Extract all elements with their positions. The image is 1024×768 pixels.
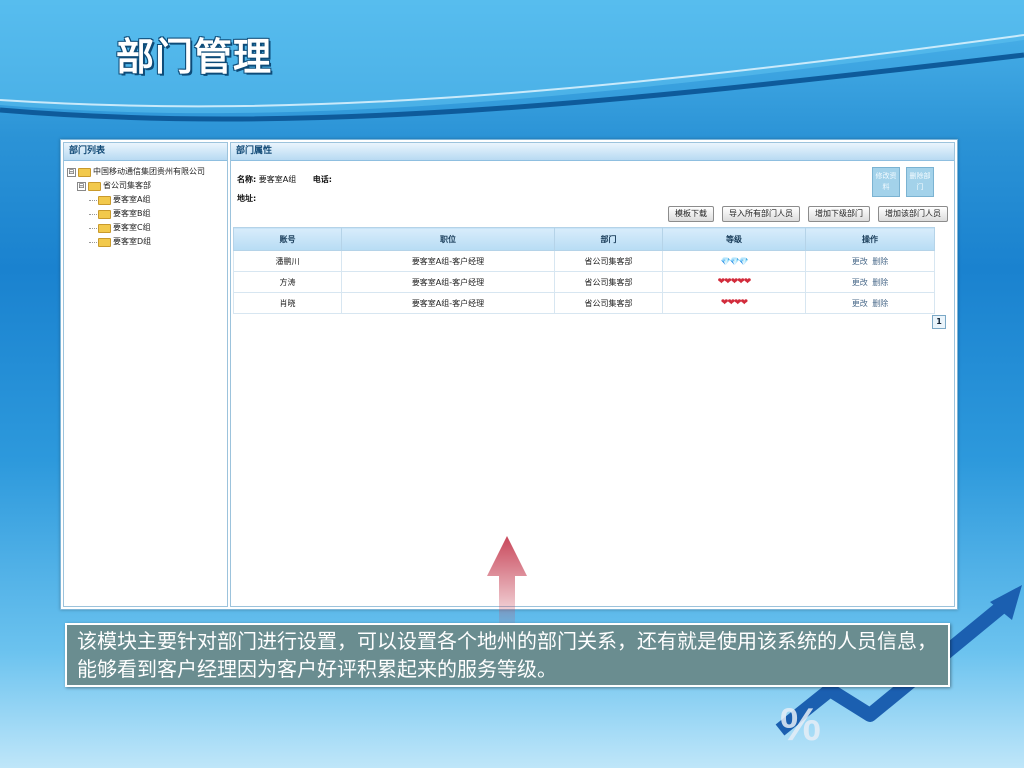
position-cell: 要客室A组-客户经理 [341, 292, 555, 314]
edit-info-button[interactable]: 修改资料 [872, 167, 900, 197]
account-cell: 潘鹏川 [233, 250, 342, 272]
edit-link[interactable]: 更改 [852, 299, 868, 308]
position-cell: 要客室A组-客户经理 [341, 250, 555, 272]
column-header-actions: 操作 [805, 227, 935, 251]
add-sub-department-button[interactable]: 增加下级部门 [808, 206, 870, 222]
name-label: 名称: [237, 175, 257, 184]
tree-node-root[interactable]: ⊟ 中国移动通信集团贵州有限公司 [64, 165, 227, 179]
tree-node-label[interactable]: 中国移动通信集团贵州有限公司 [93, 165, 205, 179]
collapse-toggle-icon[interactable]: ⊟ [77, 181, 86, 191]
phone-label: 电话: [312, 175, 332, 184]
folder-icon [98, 209, 111, 219]
delete-link[interactable]: 删除 [872, 278, 888, 287]
account-cell: 方涛 [233, 271, 342, 293]
folder-icon [98, 223, 111, 233]
page-number-button[interactable]: 1 [932, 315, 946, 329]
members-table: 账号 职位 部门 等级 操作 潘鹏川 要客室A组-客户经理 省公司集客部 💎💎💎… [233, 227, 935, 314]
level-hearts-icon: ❤❤❤❤❤ [662, 271, 806, 293]
column-header-department: 部门 [554, 227, 663, 251]
account-cell: 肖晓 [233, 292, 342, 314]
collapse-toggle-icon[interactable]: ⊟ [67, 167, 76, 177]
folder-open-icon [88, 181, 101, 191]
tree-node-group-b[interactable]: 要客室B组 [64, 207, 227, 221]
department-properties-title: 部门属性 [231, 143, 954, 161]
tree-node-group-a[interactable]: 要客室A组 [64, 193, 227, 207]
up-arrow-icon [487, 536, 527, 636]
position-cell: 要客室A组-客户经理 [341, 271, 555, 293]
level-diamonds-icon: 💎💎💎 [662, 250, 806, 272]
delete-link[interactable]: 删除 [872, 299, 888, 308]
column-header-position: 职位 [341, 227, 555, 251]
delete-link[interactable]: 删除 [872, 257, 888, 266]
column-header-level: 等级 [662, 227, 806, 251]
department-info: 名称: 要客室A组 电话: 地址: [237, 170, 346, 208]
slide-caption: 该模块主要针对部门进行设置，可以设置各个地州的部门关系，还有就是使用该系统的人员… [65, 623, 950, 687]
tree-node-label[interactable]: 省公司集客部 [103, 179, 151, 193]
department-cell: 省公司集客部 [554, 250, 663, 272]
tree-node-group-d[interactable]: 要客室D组 [64, 235, 227, 249]
department-tree: ⊟ 中国移动通信集团贵州有限公司 ⊟ 省公司集客部 要客室A组 要客室B组 要客… [64, 161, 227, 249]
level-hearts-icon: ❤❤❤❤ [662, 292, 806, 314]
department-list-panel: 部门列表 ⊟ 中国移动通信集团贵州有限公司 ⊟ 省公司集客部 要客室A组 要客室… [63, 142, 228, 607]
table-header-row: 账号 职位 部门 等级 操作 [233, 227, 935, 251]
tree-node-group-c[interactable]: 要客室C组 [64, 221, 227, 235]
edit-link[interactable]: 更改 [852, 278, 868, 287]
add-member-button[interactable]: 增加该部门人员 [878, 206, 948, 222]
column-header-account: 账号 [233, 227, 342, 251]
folder-icon [98, 195, 111, 205]
department-cell: 省公司集客部 [554, 271, 663, 293]
department-list-title: 部门列表 [64, 143, 227, 161]
name-value: 要客室A组 [258, 175, 297, 184]
department-properties-panel: 部门属性 名称: 要客室A组 电话: 地址: 修改资料 删除部门 模板下载 导入… [230, 142, 955, 607]
actions-cell: 更改 删除 [805, 250, 935, 272]
import-members-button[interactable]: 导入所有部门人员 [722, 206, 800, 222]
edit-link[interactable]: 更改 [852, 257, 868, 266]
folder-open-icon [78, 167, 91, 177]
table-row: 肖晓 要客室A组-客户经理 省公司集客部 ❤❤❤❤ 更改 删除 [233, 292, 935, 314]
department-cell: 省公司集客部 [554, 292, 663, 314]
tree-node-label[interactable]: 要客室D组 [113, 235, 151, 249]
delete-department-button[interactable]: 删除部门 [906, 167, 934, 197]
slide-title: 部门管理 [116, 35, 273, 79]
table-row: 潘鹏川 要客室A组-客户经理 省公司集客部 💎💎💎 更改 删除 [233, 250, 935, 272]
actions-cell: 更改 删除 [805, 271, 935, 293]
address-label: 地址: [237, 194, 257, 203]
table-row: 方涛 要客室A组-客户经理 省公司集客部 ❤❤❤❤❤ 更改 删除 [233, 271, 935, 293]
tree-node-label[interactable]: 要客室B组 [113, 207, 151, 221]
tree-node-sales-dept[interactable]: ⊟ 省公司集客部 [64, 179, 227, 193]
actions-cell: 更改 删除 [805, 292, 935, 314]
template-download-button[interactable]: 模板下载 [668, 206, 714, 222]
toolbar: 模板下载 导入所有部门人员 增加下级部门 增加该部门人员 [668, 206, 948, 222]
folder-icon [98, 237, 111, 247]
tree-node-label[interactable]: 要客室C组 [113, 221, 151, 235]
tree-node-label[interactable]: 要客室A组 [113, 193, 150, 207]
svg-text:%: % [780, 698, 821, 750]
